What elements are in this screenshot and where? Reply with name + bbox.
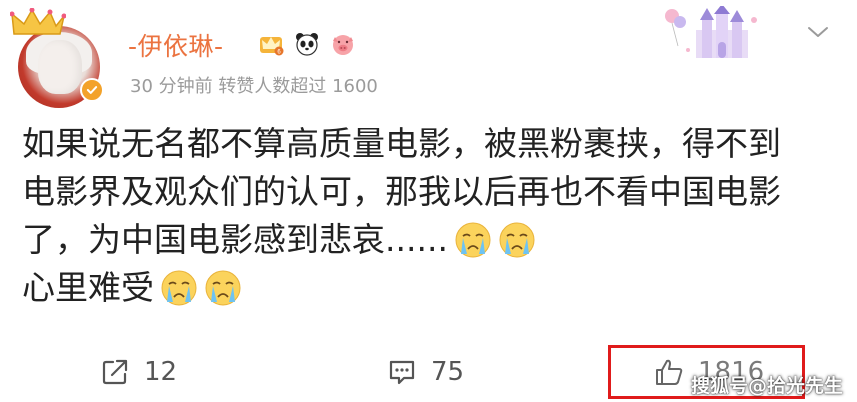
- user-badges: 6: [258, 31, 356, 57]
- share-icon: [102, 359, 128, 385]
- avatar-container[interactable]: [10, 8, 110, 108]
- post-line-text: 心里难受: [22, 268, 154, 307]
- comment-count: 75: [431, 357, 465, 387]
- castle-decoration-icon: [665, 6, 757, 58]
- post-content: 如果说无名都不算高质量电影，被黑粉裹挟，得不到 电影界及观众们的认可，那我以后再…: [22, 120, 842, 312]
- post-line: 心里难受: [22, 264, 842, 312]
- crying-face-emoji: [161, 270, 197, 306]
- crying-face-emoji: [205, 270, 241, 306]
- crying-face-emoji: [455, 222, 491, 258]
- share-count: 12: [144, 357, 178, 387]
- panda-badge-icon[interactable]: [294, 31, 320, 57]
- vip-crown-badge-icon[interactable]: 6: [258, 31, 284, 57]
- username[interactable]: -伊依琳-: [128, 27, 224, 63]
- crown-icon: [10, 8, 66, 35]
- post-line-text: 了，为中国电影感到悲哀......: [22, 220, 448, 259]
- avatar-face: [38, 40, 82, 94]
- post-line-text: 电影界及观众们的认可，那我以后再也不看中国电影: [22, 172, 781, 211]
- post-line-text: 如果说无名都不算高质量电影，被黑粉裹挟，得不到: [22, 124, 781, 163]
- chevron-down-icon[interactable]: [806, 24, 830, 40]
- post-line: 如果说无名都不算高质量电影，被黑粉裹挟，得不到: [22, 120, 842, 168]
- thumbs-up-icon: [656, 359, 683, 385]
- crying-face-emoji: [499, 222, 535, 258]
- post-meta: 30 分钟前 转赞人数超过 1600: [130, 76, 378, 97]
- verified-badge-icon: [80, 78, 104, 102]
- post-line: 了，为中国电影感到悲哀......: [22, 216, 842, 264]
- share-button[interactable]: 12: [100, 357, 177, 387]
- pig-badge-icon[interactable]: [330, 31, 356, 57]
- comment-button[interactable]: 75: [387, 357, 464, 387]
- comment-icon: [389, 360, 415, 385]
- post-line: 电影界及观众们的认可，那我以后再也不看中国电影: [22, 168, 842, 216]
- watermark: 搜狐号@拾光先生: [690, 375, 843, 397]
